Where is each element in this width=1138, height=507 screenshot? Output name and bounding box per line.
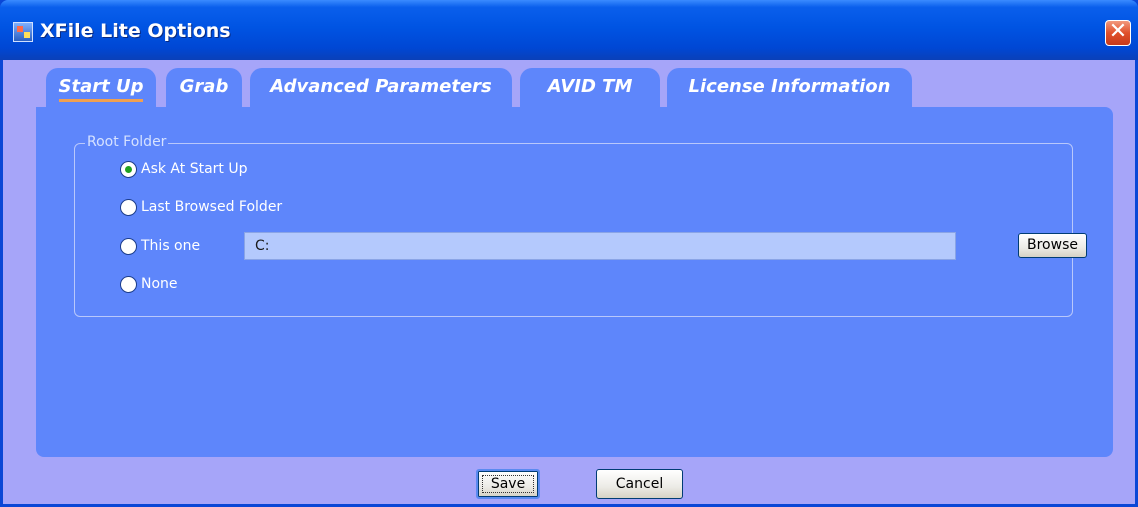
tab-label: Advanced Parameters [270, 76, 492, 97]
radio-label: None [141, 276, 178, 292]
options-window: XFile Lite Options ✕ Start Up Grab Advan… [0, 0, 1138, 507]
radio-label: Last Browsed Folder [141, 199, 283, 215]
app-icon [13, 22, 33, 42]
close-icon: ✕ [1108, 19, 1128, 44]
radio-none[interactable]: None [120, 273, 178, 295]
save-button[interactable]: Save [476, 469, 540, 499]
root-folder-path-input[interactable] [244, 232, 956, 260]
radio-label: This one [141, 238, 201, 254]
window-title: XFile Lite Options [40, 20, 231, 42]
radio-icon[interactable] [120, 275, 137, 293]
save-label: Save [481, 475, 535, 493]
radio-icon[interactable] [120, 198, 137, 216]
tab-advanced-parameters[interactable]: Advanced Parameters [250, 68, 512, 108]
browse-button[interactable]: Browse [1018, 233, 1087, 258]
radio-icon[interactable] [120, 237, 137, 255]
close-button[interactable]: ✕ [1105, 20, 1131, 46]
radio-icon[interactable] [120, 160, 137, 178]
root-folder-group: Root Folder Ask At Start Up Last Browsed… [74, 134, 1087, 317]
group-legend: Root Folder [85, 134, 169, 150]
radio-ask-at-start-up[interactable]: Ask At Start Up [120, 158, 247, 180]
radio-last-browsed-folder[interactable]: Last Browsed Folder [120, 196, 282, 218]
tab-avid-tm[interactable]: AVID TM [520, 68, 660, 108]
start-up-panel: Root Folder Ask At Start Up Last Browsed… [36, 107, 1113, 457]
title-bar[interactable]: XFile Lite Options ✕ [0, 0, 1138, 60]
tab-label: License Information [688, 76, 891, 97]
tab-grab[interactable]: Grab [166, 68, 242, 108]
tab-label: AVID TM [547, 76, 633, 97]
tab-label: Start Up [58, 76, 144, 102]
tab-license-information[interactable]: License Information [667, 68, 912, 108]
radio-this-one[interactable]: This one [120, 235, 200, 257]
tab-label: Grab [179, 76, 229, 97]
radio-label: Ask At Start Up [141, 161, 248, 177]
dialog-client-area: Start Up Grab Advanced Parameters AVID T… [3, 60, 1135, 504]
tab-start-up[interactable]: Start Up [46, 68, 156, 108]
cancel-button[interactable]: Cancel [596, 469, 683, 499]
